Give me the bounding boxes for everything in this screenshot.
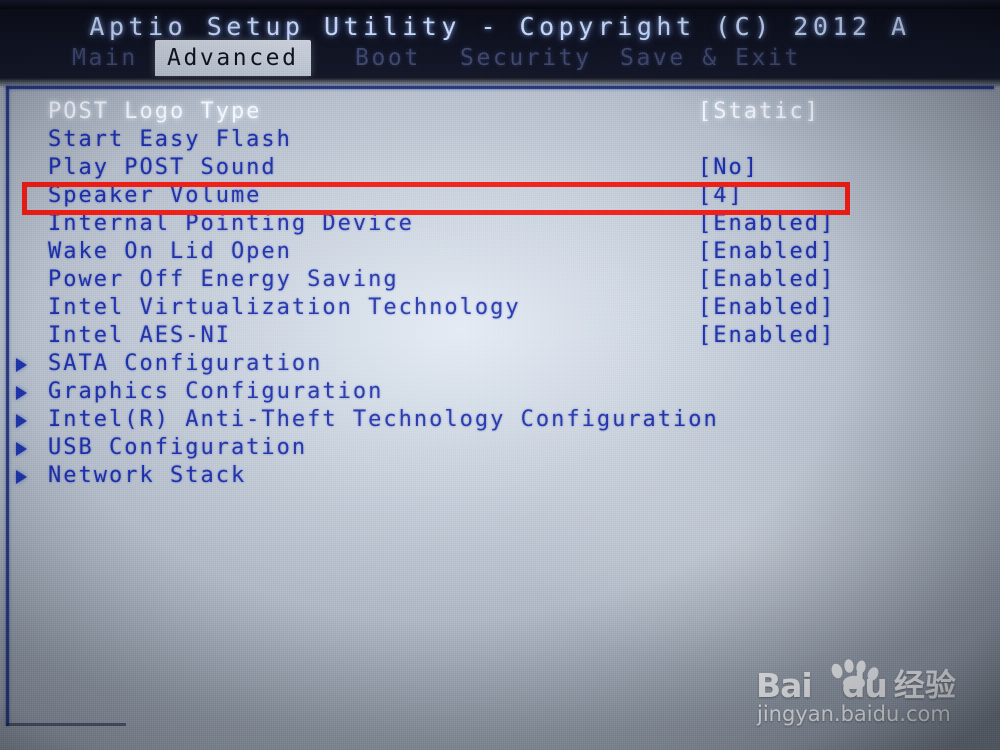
baidu-jingyan-watermark: Bai du 经验 jingyan.baidu.com [756, 659, 966, 740]
setting-row-speaker-volume[interactable]: Speaker Volume [4] [0, 182, 1000, 210]
setting-label: Play POST Sound [48, 155, 277, 180]
setting-row-network-stack[interactable]: Network Stack [0, 462, 1000, 490]
setting-label: Speaker Volume [48, 183, 262, 208]
tab-advanced[interactable]: Advanced [155, 40, 311, 76]
menu-tab-bar: Main Advanced Boot Security Save & Exit [0, 40, 1000, 78]
setting-label: Internal Pointing Device [48, 211, 414, 236]
watermark-bai-text: Bai [756, 666, 813, 705]
setting-value[interactable]: [Enabled] [698, 322, 835, 350]
setting-label: SATA Configuration [48, 351, 323, 376]
setting-row-power-off-energy-saving[interactable]: Power Off Energy Saving [Enabled] [0, 266, 1000, 294]
submenu-arrow-icon [16, 386, 27, 400]
submenu-arrow-icon [16, 414, 27, 428]
setting-row-play-post-sound[interactable]: Play POST Sound [No] [0, 154, 1000, 182]
setting-value[interactable]: [Enabled] [698, 266, 835, 294]
setting-row-sata-configuration[interactable]: SATA Configuration [0, 350, 1000, 378]
submenu-arrow-icon [16, 358, 27, 372]
setting-label: Intel AES-NI [48, 323, 231, 348]
setting-row-wake-on-lid-open[interactable]: Wake On Lid Open [Enabled] [0, 238, 1000, 266]
setting-label: Intel(R) Anti-Theft Technology Configura… [48, 407, 719, 432]
submenu-arrow-icon [16, 442, 27, 456]
watermark-logo-row: Bai du 经验 [756, 659, 956, 705]
watermark-jingyan-text: 经验 [893, 668, 956, 704]
setting-row-start-easy-flash[interactable]: Start Easy Flash [0, 126, 1000, 154]
tab-security[interactable]: Security [448, 40, 604, 76]
setting-value[interactable]: [Enabled] [698, 294, 835, 322]
setting-label: Graphics Configuration [48, 379, 384, 404]
tab-main[interactable]: Main [60, 40, 150, 76]
paw-print-icon [831, 659, 879, 689]
setting-row-post-logo-type[interactable]: POST Logo Type [Static] [0, 98, 1000, 126]
header-top-strip [0, 0, 1000, 9]
setting-row-graphics-configuration[interactable]: Graphics Configuration [0, 378, 1000, 406]
content-frame-top-border [6, 86, 994, 89]
setting-row-intel-anti-theft-technology-configuration[interactable]: Intel(R) Anti-Theft Technology Configura… [0, 406, 1000, 434]
setting-label: POST Logo Type [48, 99, 262, 124]
setting-label: Start Easy Flash [48, 127, 292, 152]
submenu-arrow-icon [16, 470, 27, 484]
setting-label: Wake On Lid Open [48, 239, 292, 264]
bios-setup-screen: Aptio Setup Utility - Copyright (C) 2012… [0, 0, 1000, 750]
watermark-url-text: jingyan.baidu.com [757, 702, 951, 726]
setting-row-intel-aes-ni[interactable]: Intel AES-NI [Enabled] [0, 322, 1000, 350]
advanced-settings-list: POST Logo Type [Static] Start Easy Flash… [0, 98, 1000, 490]
setting-label: USB Configuration [48, 435, 308, 460]
setting-label: Intel Virtualization Technology [48, 295, 521, 320]
setting-row-intel-virtualization-technology[interactable]: Intel Virtualization Technology [Enabled… [0, 294, 1000, 322]
setting-label: Power Off Energy Saving [48, 267, 399, 292]
tab-save-exit[interactable]: Save & Exit [608, 40, 813, 76]
page-title: Aptio Setup Utility - Copyright (C) 2012… [89, 12, 911, 41]
setting-row-usb-configuration[interactable]: USB Configuration [0, 434, 1000, 462]
setting-value[interactable]: [4] [698, 182, 744, 210]
setting-value[interactable]: [No] [698, 154, 759, 182]
setting-value[interactable]: [Enabled] [698, 210, 835, 238]
setting-value[interactable]: [Static] [698, 98, 820, 126]
setting-label: Network Stack [48, 463, 247, 488]
setting-value[interactable]: [Enabled] [698, 238, 835, 266]
bios-header: Aptio Setup Utility - Copyright (C) 2012… [0, 0, 1000, 78]
content-frame-bottom-border [6, 723, 126, 726]
setting-row-internal-pointing-device[interactable]: Internal Pointing Device [Enabled] [0, 210, 1000, 238]
tab-boot[interactable]: Boot [343, 40, 433, 76]
